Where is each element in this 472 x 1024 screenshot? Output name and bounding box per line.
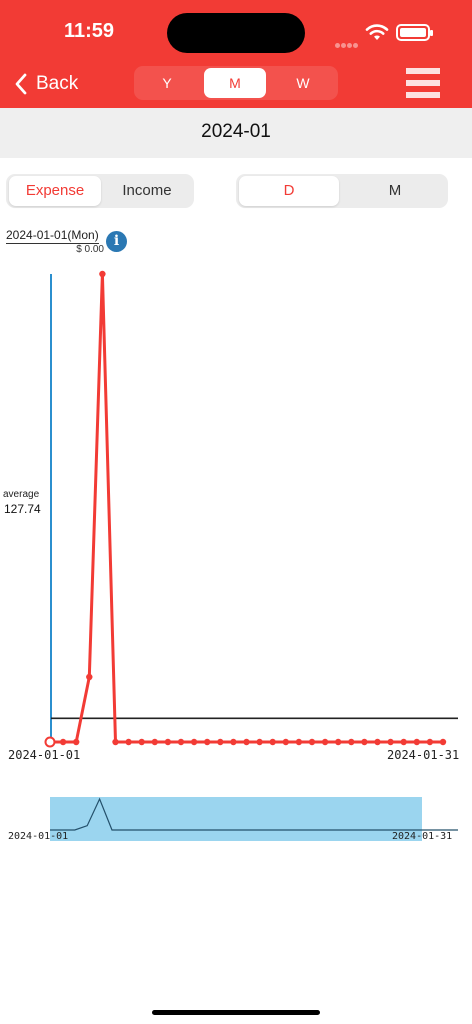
range-navigator[interactable] xyxy=(0,0,472,1024)
navigator-start-label: 2024-01-01 xyxy=(8,831,69,842)
navigator-end-label: 2024-01-31 xyxy=(392,831,453,842)
navigator-selection xyxy=(50,797,422,841)
home-indicator xyxy=(152,1010,320,1015)
